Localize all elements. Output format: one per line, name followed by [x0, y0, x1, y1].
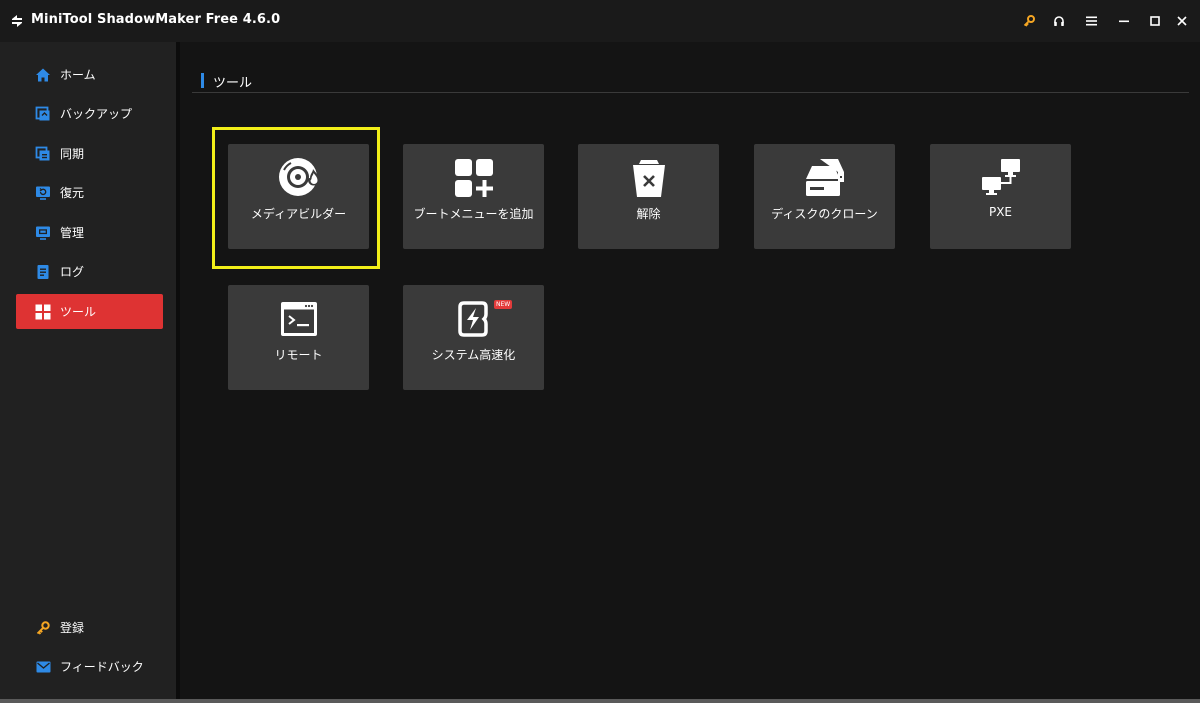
app-logo-icon [9, 13, 25, 29]
log-icon [35, 264, 51, 280]
tool-add-boot-menu[interactable]: ブートメニューを追加 [403, 144, 544, 249]
section-divider [192, 92, 1189, 93]
tool-label: ブートメニューを追加 [413, 207, 534, 221]
tool-pxe[interactable]: PXE [930, 144, 1071, 249]
restore-icon [35, 185, 51, 201]
key-icon[interactable] [1019, 11, 1039, 31]
sidebar-item-label: 同期 [60, 147, 85, 161]
key-icon [35, 620, 51, 636]
sidebar-item-label: ホーム [60, 68, 96, 82]
sidebar: ホーム バックアップ 同期 復元 管理 ログ ツール 登録 フィードバック [0, 42, 176, 699]
media-builder-icon [277, 156, 321, 200]
headset-icon[interactable] [1049, 11, 1069, 31]
page-title: ツール [213, 76, 253, 91]
tool-label: メディアビルダー [250, 207, 347, 221]
sidebar-item-backup[interactable]: バックアップ [16, 96, 163, 131]
menu-icon[interactable] [1081, 11, 1101, 31]
sidebar-item-label: ログ [60, 265, 85, 279]
sidebar-item-sync[interactable]: 同期 [16, 136, 163, 171]
add-boot-menu-icon [452, 156, 496, 200]
sidebar-item-log[interactable]: ログ [16, 254, 163, 289]
sidebar-item-label: 登録 [60, 621, 85, 635]
close-icon[interactable] [1172, 11, 1192, 31]
tool-system-boost[interactable]: NEW システム高速化 [403, 285, 544, 390]
sidebar-item-manage[interactable]: 管理 [16, 215, 163, 250]
system-boost-icon [452, 297, 496, 341]
window-bottom-border [0, 699, 1200, 703]
backup-icon [35, 106, 51, 122]
main-panel: ツール メディアビルダー ブートメニューを追加 解除 ディスクのクローン PXE… [180, 42, 1200, 699]
tool-media-builder[interactable]: メディアビルダー [228, 144, 369, 249]
clone-disk-icon [803, 156, 847, 200]
manage-icon [35, 225, 51, 241]
sidebar-item-label: 復元 [60, 186, 85, 200]
app-title: MiniTool ShadowMaker Free 4.6.0 [31, 12, 281, 27]
unmount-icon [627, 156, 671, 200]
sidebar-item-label: ツール [60, 305, 97, 319]
sidebar-item-register[interactable]: 登録 [16, 610, 163, 645]
sidebar-item-home[interactable]: ホーム [16, 57, 163, 92]
tool-label: リモート [274, 348, 323, 362]
pxe-icon [979, 156, 1023, 200]
sidebar-item-label: バックアップ [60, 107, 133, 121]
tool-label: ディスクのクローン [771, 207, 878, 221]
sync-icon [35, 146, 51, 162]
sidebar-item-label: フィードバック [60, 660, 144, 674]
sidebar-item-label: 管理 [60, 226, 85, 240]
tool-label: 解除 [636, 207, 661, 221]
tool-label: PXE [988, 205, 1013, 219]
remote-icon [277, 297, 321, 341]
new-badge: NEW [494, 300, 513, 309]
tools-icon [35, 304, 51, 320]
mail-icon [35, 659, 51, 675]
tool-clone-disk[interactable]: ディスクのクローン [754, 144, 895, 249]
title-bar: MiniTool ShadowMaker Free 4.6.0 [0, 0, 1200, 42]
sidebar-item-tools[interactable]: ツール [16, 294, 163, 329]
sidebar-item-restore[interactable]: 復元 [16, 175, 163, 210]
tool-unmount[interactable]: 解除 [578, 144, 719, 249]
sidebar-item-feedback[interactable]: フィードバック [16, 649, 163, 684]
minimize-icon[interactable] [1114, 11, 1134, 31]
tool-label: システム高速化 [431, 348, 516, 362]
section-marker [201, 73, 204, 88]
home-icon [35, 67, 51, 83]
tool-remote[interactable]: リモート [228, 285, 369, 390]
maximize-icon[interactable] [1145, 11, 1165, 31]
